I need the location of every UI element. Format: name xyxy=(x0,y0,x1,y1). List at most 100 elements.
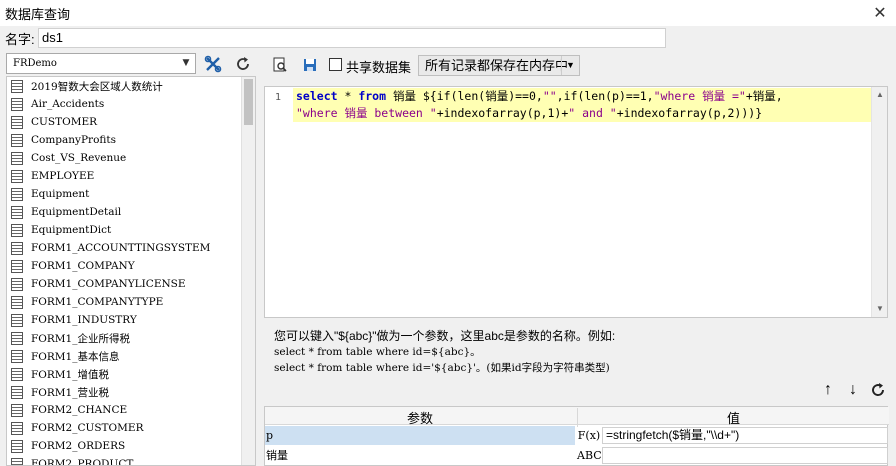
name-input[interactable]: ds1 xyxy=(38,28,666,48)
table-list-item[interactable]: FORM2_CHANCE xyxy=(7,401,255,419)
storage-select[interactable]: 所有记录都保存在内存中 ▼ xyxy=(418,55,580,76)
code-token: 销量 ${if(len(销量)==0, xyxy=(386,89,543,103)
code-token: ,if(len(p)==1, xyxy=(556,89,654,103)
table-icon xyxy=(11,385,23,399)
move-up-icon[interactable]: ↑ xyxy=(818,380,838,400)
table-icon xyxy=(11,421,23,435)
scroll-up-icon[interactable]: ▲ xyxy=(872,87,887,103)
table-icon xyxy=(11,439,23,453)
table-name: CUSTOMER xyxy=(31,116,98,128)
table-name: FORM1_COMPANYLICENSE xyxy=(31,278,186,290)
text-type-icon[interactable]: ABC xyxy=(577,446,602,465)
table-list-item[interactable]: FORM1_营业税 xyxy=(7,383,255,401)
table-name: FORM1_COMPANYTYPE xyxy=(31,296,164,308)
refresh-params-icon[interactable] xyxy=(868,380,888,400)
table-list-item[interactable]: FORM1_COMPANYTYPE xyxy=(7,293,255,311)
move-down-icon[interactable]: ↓ xyxy=(843,380,863,400)
code-token: +indexofarray(p,1)+ xyxy=(436,106,569,120)
chevron-down-icon[interactable]: ▼ xyxy=(177,54,195,73)
table-name: FORM2_PRODUCT xyxy=(31,458,134,466)
table-list-item[interactable]: EquipmentDict xyxy=(7,221,255,239)
code-line: "where 销量 between "+indexofarray(p,1)+" … xyxy=(293,105,873,122)
table-icon xyxy=(11,277,23,291)
table-icon xyxy=(11,97,23,111)
table-icon xyxy=(11,205,23,219)
table-list-item[interactable]: CUSTOMER xyxy=(7,113,255,131)
table-name: EMPLOYEE xyxy=(31,170,95,182)
param-name[interactable]: 销量 xyxy=(265,446,575,465)
code-token: +indexofarray(p,2)))} xyxy=(616,106,763,120)
code-token: select xyxy=(296,89,338,103)
save-query-icon[interactable] xyxy=(300,55,320,75)
table-list-scrollbar[interactable] xyxy=(241,77,255,465)
storage-select-value: 所有记录都保存在内存中 xyxy=(425,58,569,73)
table-list-item[interactable]: CompanyProfits xyxy=(7,131,255,149)
code-token: "" xyxy=(542,89,557,103)
table-icon xyxy=(11,331,23,345)
parameter-table-header: 参数 值 xyxy=(265,407,889,427)
table-name: FORM1_ACCOUNTTINGSYSTEM xyxy=(31,242,211,254)
param-column-header: 参数 xyxy=(406,411,433,426)
refresh-icon[interactable] xyxy=(232,53,254,74)
table-list-item[interactable]: Cost_VS_Revenue xyxy=(7,149,255,167)
table-row[interactable]: p F(x) =stringfetch($销量,"\\d+") xyxy=(265,426,889,445)
table-name: FORM1_增值税 xyxy=(31,368,109,381)
table-name: FORM1_基本信息 xyxy=(31,350,120,363)
query-toolbar: 共享数据集 所有记录都保存在内存中 ▼ xyxy=(262,53,896,77)
table-name: FORM1_COMPANY xyxy=(31,260,135,272)
code-token: +销量, xyxy=(745,89,783,103)
table-list-item[interactable]: FORM1_INDUSTRY xyxy=(7,311,255,329)
scrollbar-thumb[interactable] xyxy=(244,79,253,125)
table-name: 2019智数大会区域人数统计 xyxy=(31,80,163,93)
close-icon[interactable]: ✕ xyxy=(864,0,896,26)
help-line: 您可以键入"${abc}"做为一个参数，这里abc是参数的名称。例如: xyxy=(274,329,616,343)
table-icon xyxy=(11,187,23,201)
table-name: FORM2_CHANCE xyxy=(31,404,128,416)
param-name[interactable]: p xyxy=(265,426,575,445)
name-row: 名字: ds1 xyxy=(0,26,896,50)
table-list-item[interactable]: 2019智数大会区域人数统计 xyxy=(7,77,255,95)
table-list-item[interactable]: FORM1_COMPANY xyxy=(7,257,255,275)
database-select[interactable]: FRDemo ▼ xyxy=(6,53,196,74)
scroll-down-icon[interactable]: ▼ xyxy=(872,301,887,317)
param-value-input[interactable] xyxy=(602,447,888,464)
line-gutter: 1 xyxy=(265,87,293,317)
table-name: Cost_VS_Revenue xyxy=(31,152,127,164)
sql-editor[interactable]: 1 select * from 销量 ${if(len(销量)==0,"",if… xyxy=(264,86,888,318)
table-row[interactable]: 销量 ABC xyxy=(265,446,889,465)
table-list-item[interactable]: Air_Accidents xyxy=(7,95,255,113)
table-name: EquipmentDict xyxy=(31,224,112,236)
table-list-item[interactable]: FORM1_企业所得税 xyxy=(7,329,255,347)
table-list-item[interactable]: FORM1_COMPANYLICENSE xyxy=(7,275,255,293)
table-list-item[interactable]: FORM1_ACCOUNTTINGSYSTEM xyxy=(7,239,255,257)
editor-scrollbar[interactable]: ▲ ▼ xyxy=(871,87,887,317)
line-number: 1 xyxy=(275,92,282,103)
chevron-down-icon[interactable]: ▼ xyxy=(561,56,579,75)
table-list-item[interactable]: EquipmentDetail xyxy=(7,203,255,221)
table-name: CompanyProfits xyxy=(31,134,117,146)
table-list-item[interactable]: FORM2_CUSTOMER xyxy=(7,419,255,437)
param-value-input[interactable]: =stringfetch($销量,"\\d+") xyxy=(602,427,888,444)
share-dataset-label: 共享数据集 xyxy=(346,60,412,75)
preview-icon[interactable] xyxy=(270,55,290,75)
share-dataset-checkbox[interactable] xyxy=(329,58,342,71)
table-list-item[interactable]: FORM2_PRODUCT xyxy=(7,455,255,466)
code-token: from xyxy=(358,89,387,103)
table-list-item[interactable]: FORM1_基本信息 xyxy=(7,347,255,365)
table-list-item[interactable]: Equipment xyxy=(7,185,255,203)
table-icon xyxy=(11,349,23,363)
sql-code[interactable]: select * from 销量 ${if(len(销量)==0,"",if(l… xyxy=(293,87,873,122)
table-list-item[interactable]: FORM1_增值税 xyxy=(7,365,255,383)
code-token: " and " xyxy=(568,106,617,120)
formula-icon[interactable]: F(x) xyxy=(577,426,601,445)
table-list: 2019智数大会区域人数统计 Air_Accidents CUSTOMER Compa… xyxy=(6,76,256,466)
table-name: FORM2_ORDERS xyxy=(31,440,126,452)
window-title: 数据库查询 xyxy=(5,6,71,22)
help-text: 您可以键入"${abc}"做为一个参数，这里abc是参数的名称。例如: sele… xyxy=(274,328,884,376)
title-bar: 数据库查询 ✕ xyxy=(0,0,896,26)
connection-settings-icon[interactable] xyxy=(202,53,224,74)
table-list-item[interactable]: FORM2_ORDERS xyxy=(7,437,255,455)
name-label: 名字: xyxy=(5,31,35,47)
code-token: "where 销量 =" xyxy=(653,89,746,103)
table-list-item[interactable]: EMPLOYEE xyxy=(7,167,255,185)
